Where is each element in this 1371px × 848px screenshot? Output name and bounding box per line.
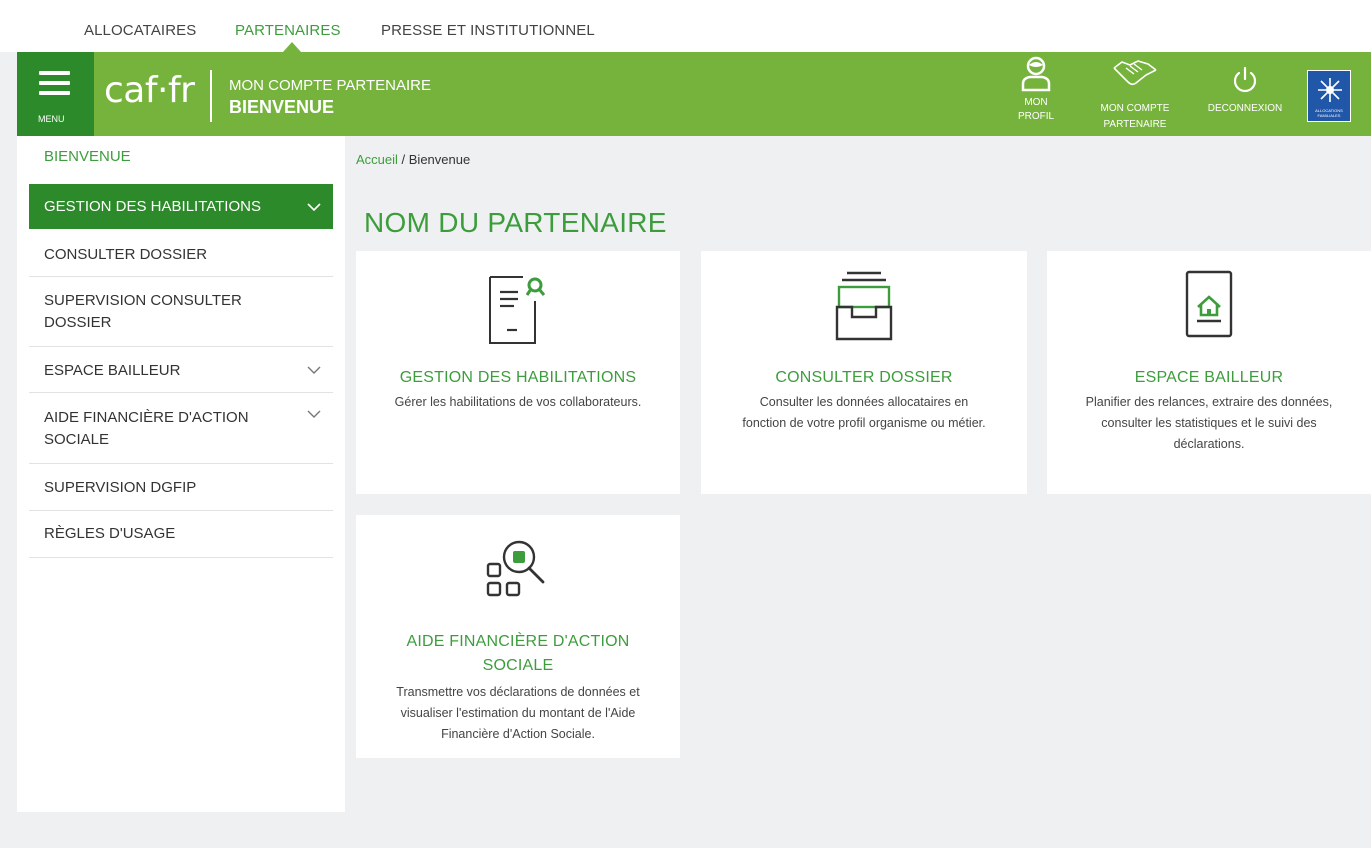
caf-logo[interactable]: caf·fr: [104, 71, 195, 111]
top-links-bar: ALLOCATAIRES PARTENAIRES PRESSE ET INSTI…: [0, 0, 1371, 52]
mon-compte-partenaire-button[interactable]: MON COMPTE PARTENAIRE: [1092, 56, 1178, 136]
card-description-line: consulter les statistiques et le suivi d…: [1101, 416, 1317, 430]
chevron-down-icon: [307, 366, 321, 374]
chevron-down-icon: [307, 203, 321, 211]
menu-label: MENU: [38, 114, 65, 124]
sidebar-item-label-line2: SOCIALE: [44, 431, 110, 448]
sidebar-item-regles-usage[interactable]: RÈGLES D'USAGE: [29, 511, 333, 558]
card-gestion-habilitations[interactable]: GESTION DES HABILITATIONS Gérer les habi…: [356, 251, 680, 494]
breadcrumb-current: Bienvenue: [408, 152, 471, 167]
sidebar-item-supervision-consulter-dossier[interactable]: SUPERVISION CONSULTER DOSSIER: [29, 277, 333, 347]
top-link-partenaires[interactable]: PARTENAIRES: [235, 22, 341, 39]
header-title: BIENVENUE: [229, 97, 335, 117]
menu-button[interactable]: MENU: [17, 52, 94, 136]
document-badge-icon: [489, 276, 546, 344]
sidebar-item-label: RÈGLES D'USAGE: [44, 525, 176, 542]
card-description-line: Gérer les habilitations de vos collabora…: [394, 395, 642, 409]
card-title-line1: AIDE FINANCIÈRE D'ACTION: [406, 633, 630, 650]
sidebar-item-aide-financiere[interactable]: AIDE FINANCIÈRE D'ACTION SOCIALE: [29, 393, 333, 464]
mon-profil-line1: MON: [1024, 97, 1048, 108]
sidebar-item-label: SUPERVISION DGFIP: [44, 479, 197, 496]
card-description-line: Financière d'Action Sociale.: [441, 727, 595, 741]
snowflake-family-icon: [1318, 78, 1342, 102]
card-title: GESTION DES HABILITATIONS: [399, 369, 637, 386]
sidebar-item-gestion-habilitations[interactable]: GESTION DES HABILITATIONS: [29, 184, 333, 229]
card-title-line2: SOCIALE: [482, 657, 554, 674]
header-subtitle: MON COMPTE PARTENAIRE: [229, 77, 431, 94]
allocations-familiales-emblem[interactable]: ALLOCATIONS FAMILIALES: [1307, 70, 1351, 122]
grid-search-icon: [486, 540, 545, 597]
hamburger-icon: [39, 71, 70, 75]
card-consulter-dossier[interactable]: CONSULTER DOSSIER Consulter les données …: [701, 251, 1027, 494]
sidebar-item-label-line1: SUPERVISION CONSULTER: [44, 292, 242, 309]
logo-divider: [210, 70, 212, 122]
archive-box-icon: [835, 271, 893, 341]
top-link-allocataires[interactable]: ALLOCATAIRES: [84, 22, 196, 39]
sidebar-item-supervision-dgfip[interactable]: SUPERVISION DGFIP: [29, 464, 333, 511]
user-icon: [1021, 56, 1051, 92]
chevron-down-icon: [307, 410, 321, 418]
card-description-line: Consulter les données allocataires en: [759, 395, 969, 409]
breadcrumb-separator: /: [397, 152, 409, 167]
handshake-icon: [1113, 60, 1157, 86]
sidebar-item-label-line2: DOSSIER: [44, 314, 112, 331]
emblem-caption: ALLOCATIONS FAMILIALES: [1315, 108, 1343, 118]
page-title: NOM DU PARTENAIRE: [364, 207, 667, 238]
mon-profil-button[interactable]: MON PROFIL: [1008, 56, 1064, 132]
card-aide-financiere[interactable]: AIDE FINANCIÈRE D'ACTION SOCIALE Transme…: [356, 515, 680, 758]
card-description-line: Planifier des relances, extraire des don…: [1085, 395, 1333, 409]
card-espace-bailleur[interactable]: ESPACE BAILLEUR Planifier des relances, …: [1047, 251, 1371, 494]
tablet-house-icon: [1185, 270, 1233, 338]
deconnexion-label: DECONNEXION: [1207, 103, 1283, 114]
card-description-line: fonction de votre profil organisme ou mé…: [742, 416, 986, 430]
mon-compte-line2: PARTENAIRE: [1103, 119, 1167, 130]
sidebar-item-label: CONSULTER DOSSIER: [44, 246, 208, 263]
card-description-line: déclarations.: [1173, 437, 1245, 451]
mon-compte-line1: MON COMPTE: [1100, 103, 1170, 114]
hamburger-bar: [39, 81, 70, 85]
breadcrumb: Accueil / Bienvenue: [356, 152, 470, 167]
breadcrumb-home-link[interactable]: Accueil: [356, 152, 398, 167]
card-title: CONSULTER DOSSIER: [775, 369, 953, 386]
card-description-line: Transmettre vos déclarations de données …: [396, 685, 640, 699]
sidebar-item-label: GESTION DES HABILITATIONS: [44, 198, 261, 215]
hamburger-bar: [39, 91, 70, 95]
sidebar-item-espace-bailleur[interactable]: ESPACE BAILLEUR: [29, 347, 333, 393]
sidebar-item-label: ESPACE BAILLEUR: [44, 362, 181, 379]
sidebar-item-bienvenue[interactable]: BIENVENUE: [44, 148, 131, 165]
top-link-presse[interactable]: PRESSE ET INSTITUTIONNEL: [381, 22, 595, 39]
mon-profil-line2: PROFIL: [1017, 111, 1055, 122]
sidebar-item-label-line1: AIDE FINANCIÈRE D'ACTION: [44, 409, 249, 426]
sidebar-item-consulter-dossier[interactable]: CONSULTER DOSSIER: [29, 229, 333, 277]
card-description-line: visualiser l'estimation du montant de l'…: [400, 706, 636, 720]
active-tab-indicator: [283, 42, 301, 52]
card-title: ESPACE BAILLEUR: [1134, 369, 1284, 386]
power-icon: [1233, 66, 1257, 93]
deconnexion-button[interactable]: DECONNEXION: [1200, 60, 1290, 126]
